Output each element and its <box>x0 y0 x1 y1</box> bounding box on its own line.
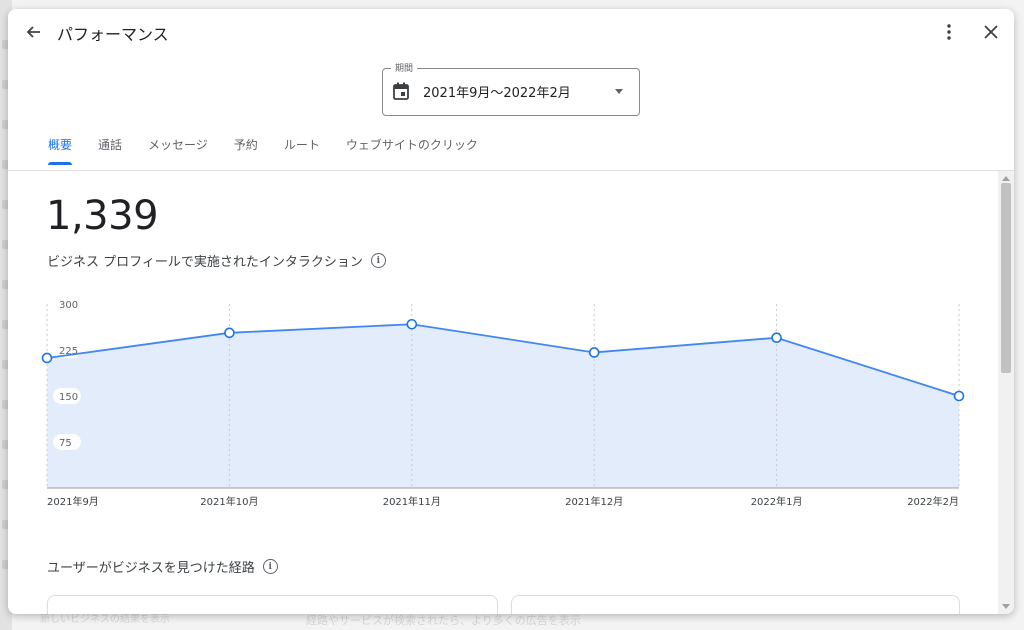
interactions-chart: 751502253002021年9月 2021年10月 2021年11月 2021年1… <box>41 296 965 508</box>
tab-bookings[interactable]: 予約 <box>234 136 258 165</box>
calendar-icon <box>393 82 409 100</box>
performance-dialog: パフォーマンス 期間 2021年9月～2022年2月 概要 通話 メッセージ 予… <box>8 9 1014 614</box>
interactions-label: ビジネス プロフィールで実施されたインタラクション <box>47 255 363 270</box>
data-point <box>771 332 782 344</box>
more-options-button[interactable] <box>938 21 960 43</box>
period-select[interactable]: 期間 2021年9月～2022年2月 <box>382 61 640 116</box>
discovery-card <box>511 595 960 614</box>
discovery-card <box>47 595 498 614</box>
info-icon[interactable]: i <box>370 253 386 268</box>
total-interactions: 1,339 <box>46 193 159 239</box>
dialog-title: パフォーマンス <box>57 25 169 44</box>
dropdown-arrow-icon <box>615 89 623 94</box>
chart-area <box>47 324 959 488</box>
x-tick-label: 2021年11月 <box>383 495 441 508</box>
y-tick-label: 150 <box>59 392 78 403</box>
tab-messages[interactable]: メッセージ <box>148 136 208 165</box>
section-title: ユーザーがビジネスを見つけた経路 i <box>47 557 278 576</box>
info-icon[interactable]: i <box>262 559 278 574</box>
tab-overview[interactable]: 概要 <box>48 136 73 165</box>
tab-website-clicks[interactable]: ウェブサイトのクリック <box>346 136 478 165</box>
tab-bar: 概要 通話 メッセージ 予約 ルート ウェブサイトのクリック <box>48 136 504 165</box>
period-value: 2021年9月～2022年2月 <box>423 86 571 101</box>
dialog-header: パフォーマンス 期間 2021年9月～2022年2月 概要 通話 メッセージ 予… <box>8 9 1014 171</box>
y-tick-label: 300 <box>59 300 78 311</box>
arrow-back-icon <box>26 26 40 38</box>
y-tick-label: 75 <box>59 438 72 449</box>
more-vert-icon <box>947 24 951 40</box>
scroll-up-arrow-icon[interactable] <box>1002 176 1010 181</box>
x-tick-label: 2022年1月 <box>751 495 803 508</box>
data-point <box>953 390 965 402</box>
dialog-body: 1,339 ビジネス プロフィールで実施されたインタラクション i 75 150 2… <box>8 171 998 614</box>
data-point <box>224 327 235 339</box>
background-text: 経路やサービスが検索されたら、より多くの広告を表示 <box>306 614 581 627</box>
data-point <box>406 318 418 330</box>
data-point <box>588 347 600 358</box>
scroll-down-arrow-icon[interactable] <box>1002 604 1010 609</box>
scroll-thumb[interactable] <box>1001 183 1011 373</box>
section-title-label: ユーザーがビジネスを見つけた経路 <box>47 561 255 576</box>
data-point <box>41 352 53 364</box>
interactions-description: ビジネス プロフィールで実施されたインタラクション i <box>47 251 386 270</box>
x-tick-label: 2021年12月 <box>565 495 623 508</box>
tab-directions[interactable]: ルート <box>284 136 320 165</box>
x-tick-label: 2022年2月 <box>907 495 959 508</box>
close-button[interactable] <box>980 21 1002 43</box>
scrollbar[interactable] <box>998 171 1014 614</box>
x-tick-label: 2021年10月 <box>200 495 258 508</box>
x-tick-label: 2021年9月 <box>47 495 99 508</box>
tab-calls[interactable]: 通話 <box>98 136 122 165</box>
back-button[interactable] <box>22 21 44 43</box>
period-label: 期間 <box>391 61 418 74</box>
close-icon <box>984 25 998 39</box>
